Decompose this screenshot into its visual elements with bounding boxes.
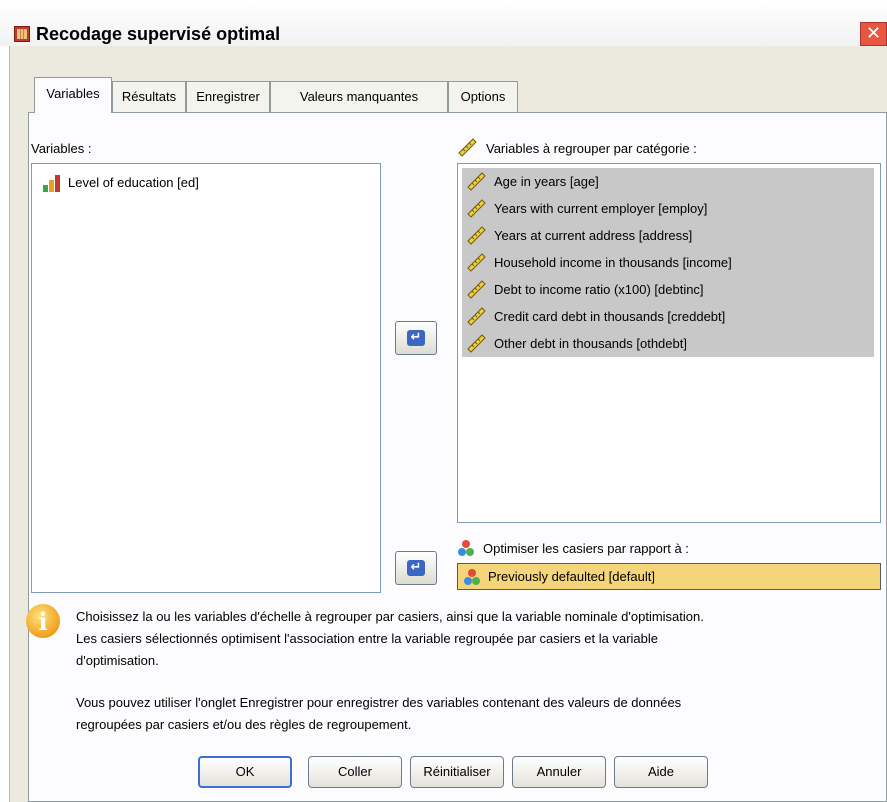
help-text-line: d'optimisation.: [76, 653, 159, 668]
help-text-line: regroupées par casiers et/ou des règles …: [76, 717, 412, 732]
list-item-label: Household income in thousands [income]: [494, 255, 732, 270]
bin-variables-label: Variables à regrouper par catégorie :: [486, 141, 697, 156]
return-arrow-icon: ↵: [407, 330, 425, 346]
scale-ruler-icon: [467, 280, 486, 299]
dialog-body: Variables Résultats Enregistrer Valeurs …: [10, 46, 887, 802]
optimize-variable-field[interactable]: Previously defaulted [default]: [457, 563, 881, 590]
move-to-optimize-button[interactable]: ↵: [395, 551, 437, 585]
optimize-label: Optimiser les casiers par rapport à :: [483, 541, 689, 556]
ok-button[interactable]: OK: [198, 756, 292, 788]
scale-ruler-icon: [458, 138, 477, 157]
reset-button[interactable]: Réinitialiser: [410, 756, 504, 788]
return-arrow-icon: ↵: [407, 560, 425, 576]
scale-ruler-icon: [467, 199, 486, 218]
help-text-line: Vous pouvez utiliser l'onglet Enregistre…: [76, 695, 682, 710]
help-text-line: Les casiers sélectionnés optimisent l'as…: [76, 631, 659, 646]
scale-ruler-icon: [467, 253, 486, 272]
info-icon: i: [26, 604, 60, 638]
move-to-bin-list-button[interactable]: ↵: [395, 321, 437, 355]
close-button[interactable]: ✕: [860, 22, 887, 46]
window-title: Recodage supervisé optimal: [36, 24, 281, 44]
scale-ruler-icon: [467, 334, 486, 353]
list-item[interactable]: Other debt in thousands [othdebt]: [462, 330, 874, 357]
tab-results[interactable]: Résultats: [112, 81, 186, 112]
tab-missing-values[interactable]: Valeurs manquantes: [270, 81, 448, 112]
scale-ruler-icon: [467, 307, 486, 326]
app-table-icon: [14, 26, 30, 42]
bin-variables-list[interactable]: Age in years [age] Years with current emp…: [457, 163, 881, 523]
help-button[interactable]: Aide: [614, 756, 708, 788]
scale-ruler-icon: [467, 226, 486, 245]
window-left-border: [0, 46, 10, 802]
title-bar: Recodage supervisé optimal ✕: [0, 0, 887, 46]
help-text-line: Choisissez la ou les variables d'échelle…: [76, 609, 704, 624]
list-item[interactable]: Debt to income ratio (x100) [debtinc]: [462, 276, 874, 303]
optimize-variable-value: Previously defaulted [default]: [488, 569, 655, 584]
list-item-label: Level of education [ed]: [68, 175, 199, 190]
variables-list-label: Variables :: [31, 141, 92, 156]
list-item-label: Age in years [age]: [494, 174, 599, 189]
list-item[interactable]: Level of education [ed]: [36, 170, 366, 195]
list-item[interactable]: Age in years [age]: [462, 168, 874, 195]
list-item-label: Years at current address [address]: [494, 228, 693, 243]
list-item-label: Years with current employer [employ]: [494, 201, 708, 216]
nominal-icon: [464, 569, 480, 585]
list-item[interactable]: Credit card debt in thousands [creddebt]: [462, 303, 874, 330]
tab-variables[interactable]: Variables: [34, 77, 112, 113]
cancel-button[interactable]: Annuler: [512, 756, 606, 788]
source-variables-list[interactable]: Level of education [ed]: [31, 163, 381, 593]
list-item[interactable]: Years at current address [address]: [462, 222, 874, 249]
tab-options[interactable]: Options: [448, 81, 518, 112]
list-item[interactable]: Household income in thousands [income]: [462, 249, 874, 276]
list-item-label: Credit card debt in thousands [creddebt]: [494, 309, 726, 324]
tab-save[interactable]: Enregistrer: [186, 81, 270, 112]
nominal-icon: [458, 540, 474, 556]
list-item-label: Debt to income ratio (x100) [debtinc]: [494, 282, 704, 297]
ordinal-bar-icon: [43, 175, 60, 192]
scale-ruler-icon: [467, 172, 486, 191]
list-item[interactable]: Years with current employer [employ]: [462, 195, 874, 222]
paste-button[interactable]: Coller: [308, 756, 402, 788]
list-item-label: Other debt in thousands [othdebt]: [494, 336, 687, 351]
